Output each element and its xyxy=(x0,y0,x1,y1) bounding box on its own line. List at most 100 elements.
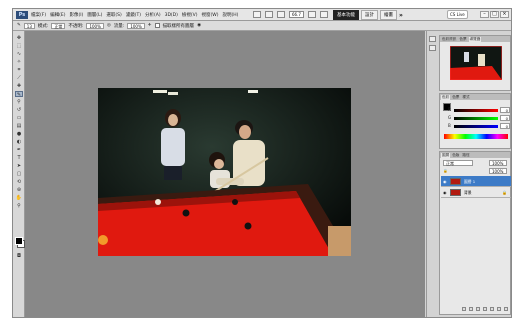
tab-histogram[interactable]: 色彩資訊 xyxy=(441,37,457,42)
zoom-level-select[interactable]: 66.7 xyxy=(289,11,304,18)
menu-layer[interactable]: 圖層(L) xyxy=(87,12,102,18)
green-value[interactable]: 0 xyxy=(500,115,510,121)
new-layer-icon[interactable] xyxy=(497,307,501,311)
blue-channel-label: B xyxy=(448,123,451,128)
menu-window[interactable]: 視窗(W) xyxy=(201,12,218,18)
trash-icon[interactable] xyxy=(504,307,508,311)
maximize-icon[interactable]: □ xyxy=(490,11,499,18)
hand-tool-icon[interactable]: ✋ xyxy=(15,195,23,201)
type-tool-icon[interactable]: T xyxy=(15,155,23,161)
menu-image[interactable]: 影像(I) xyxy=(69,12,83,18)
tab-layers[interactable]: 圖層 xyxy=(441,152,451,158)
menu-edit[interactable]: 編輯(E) xyxy=(50,12,65,18)
navigator-panel-tabs: 色彩資訊 色票 導覽器 xyxy=(440,36,510,42)
tab-swatches[interactable]: 色票 xyxy=(451,95,460,100)
layer-item-1[interactable]: ◉ 圖層 1 xyxy=(441,176,511,187)
pressure-size-icon[interactable]: ◉ xyxy=(197,23,201,28)
dodge-tool-icon[interactable]: ◐ xyxy=(15,139,23,145)
mode-label: 模式: xyxy=(37,23,49,29)
adjustment-layer-icon[interactable] xyxy=(483,307,487,311)
shape-tool-icon[interactable]: ▢ xyxy=(15,171,23,177)
quick-mask-icon[interactable]: ◘ xyxy=(15,253,23,259)
eraser-tool-icon[interactable]: ▭ xyxy=(15,115,23,121)
menu-select[interactable]: 選取(S) xyxy=(106,12,121,18)
sample-all-layers-checkbox[interactable] xyxy=(154,23,160,28)
color-spectrum-ramp[interactable] xyxy=(444,134,508,139)
blue-value[interactable]: 0 xyxy=(500,123,510,129)
blend-mode-select[interactable]: 正常 xyxy=(443,160,473,166)
blur-tool-icon[interactable]: ● xyxy=(15,131,23,137)
menu-bar: Ps 檔案(F) 編輯(E) 影像(I) 圖層(L) 選取(S) 濾鏡(T) 分… xyxy=(13,9,511,21)
marquee-tool-icon[interactable]: ⬚ xyxy=(15,43,23,49)
tab-color[interactable]: 色彩 xyxy=(441,94,451,100)
tab-paths[interactable]: 路徑 xyxy=(461,153,470,158)
lock-icon[interactable]: 🔒 xyxy=(443,168,448,174)
menu-filter[interactable]: 濾鏡(T) xyxy=(126,12,141,18)
menu-view[interactable]: 檢視(V) xyxy=(182,12,198,18)
tab-info[interactable]: 色票 xyxy=(458,37,467,42)
airbrush-icon[interactable]: ✈ xyxy=(148,23,152,28)
red-slider[interactable]: 0 xyxy=(454,107,510,113)
menu-analysis[interactable]: 分析(A) xyxy=(145,12,161,18)
lasso-tool-icon[interactable]: ∿ xyxy=(15,51,23,57)
clone-stamp-tool-icon[interactable]: ⚲ xyxy=(15,99,23,105)
quick-select-tool-icon[interactable]: ✧ xyxy=(15,59,23,65)
path-select-tool-icon[interactable]: ➤ xyxy=(15,163,23,169)
brush-tool-icon[interactable]: ✎ xyxy=(15,91,23,98)
gradient-tool-icon[interactable]: ▤ xyxy=(15,123,23,129)
tab-styles[interactable]: 樣式 xyxy=(461,95,470,100)
brush-size-picker[interactable]: 13 xyxy=(23,22,35,29)
eyedropper-tool-icon[interactable]: ⟋ xyxy=(15,75,23,81)
workspace-painting[interactable]: 繪畫 xyxy=(380,10,397,20)
link-layers-icon[interactable] xyxy=(462,307,466,311)
new-group-icon[interactable] xyxy=(490,307,494,311)
blue-slider[interactable]: 0 xyxy=(454,123,510,129)
close-icon[interactable]: × xyxy=(500,11,509,18)
minimize-icon[interactable]: – xyxy=(480,11,489,18)
menu-items: 檔案(F) 編輯(E) 影像(I) 圖層(L) 選取(S) 濾鏡(T) 分析(A… xyxy=(31,9,238,21)
right-panel-dock: 色彩資訊 色票 導覽器 色彩 色票 樣式 R 0 G 0 B 0 圖層 色版 路… xyxy=(438,31,511,317)
view-extras-button[interactable] xyxy=(277,11,285,18)
workspace-design[interactable]: 設計 xyxy=(361,10,378,20)
3d-camera-tool-icon[interactable]: ⊛ xyxy=(15,187,23,193)
menu-3d[interactable]: 3D(D) xyxy=(165,13,178,18)
layer-item-background[interactable]: ◉ 背景 🔒 xyxy=(441,187,511,198)
history-panel-icon[interactable] xyxy=(429,36,436,42)
green-slider[interactable]: 0 xyxy=(454,115,510,121)
screen-mode-button[interactable] xyxy=(319,11,328,18)
more-workspaces-button[interactable]: » xyxy=(399,12,403,19)
arrange-documents-button[interactable] xyxy=(307,11,316,18)
mini-bridge-button[interactable] xyxy=(265,11,273,18)
eye-icon[interactable]: ◉ xyxy=(443,179,447,184)
document-canvas[interactable] xyxy=(25,31,425,317)
menu-help[interactable]: 說明(H) xyxy=(222,12,238,18)
opacity-field[interactable]: 100% xyxy=(86,22,104,29)
move-tool-icon[interactable]: ✥ xyxy=(15,35,23,41)
crop-tool-icon[interactable]: ⌗ xyxy=(15,67,23,73)
actions-panel-icon[interactable] xyxy=(429,45,436,51)
workspace-essentials[interactable]: 基本功能 xyxy=(333,10,359,20)
eye-icon[interactable]: ◉ xyxy=(443,190,447,195)
tab-navigator[interactable]: 導覽器 xyxy=(468,36,482,42)
cs-live-button[interactable]: CS Live xyxy=(447,10,468,19)
navigator-thumbnail[interactable] xyxy=(450,46,502,80)
red-value[interactable]: 0 xyxy=(500,107,510,113)
foreground-color-swatch[interactable] xyxy=(15,237,23,245)
history-brush-tool-icon[interactable]: ↺ xyxy=(15,107,23,113)
bridge-button[interactable] xyxy=(253,11,261,18)
add-mask-icon[interactable] xyxy=(476,307,480,311)
zoom-tool-icon[interactable]: ⚲ xyxy=(15,203,23,209)
menu-file[interactable]: 檔案(F) xyxy=(31,12,46,18)
layer-fill-field[interactable]: 100% xyxy=(489,168,507,174)
3d-rotate-tool-icon[interactable]: ⟲ xyxy=(15,179,23,185)
tab-channels[interactable]: 色版 xyxy=(451,153,460,158)
brush-tool-icon[interactable]: ✎ xyxy=(17,23,21,28)
mode-select[interactable]: 正常 xyxy=(51,22,66,29)
layer-opacity-field[interactable]: 100% xyxy=(489,160,507,166)
layers-panel: 圖層 色版 路徑 正常 100% 🔒 100% ◉ 圖層 1 ◉ 背景 � xyxy=(439,151,511,315)
pen-tool-icon[interactable]: ✒ xyxy=(15,147,23,153)
healing-tool-icon[interactable]: ✚ xyxy=(15,83,23,89)
pressure-opacity-icon[interactable]: ◎ xyxy=(107,23,111,28)
layer-style-icon[interactable] xyxy=(469,307,473,311)
flow-field[interactable]: 100% xyxy=(127,22,145,29)
